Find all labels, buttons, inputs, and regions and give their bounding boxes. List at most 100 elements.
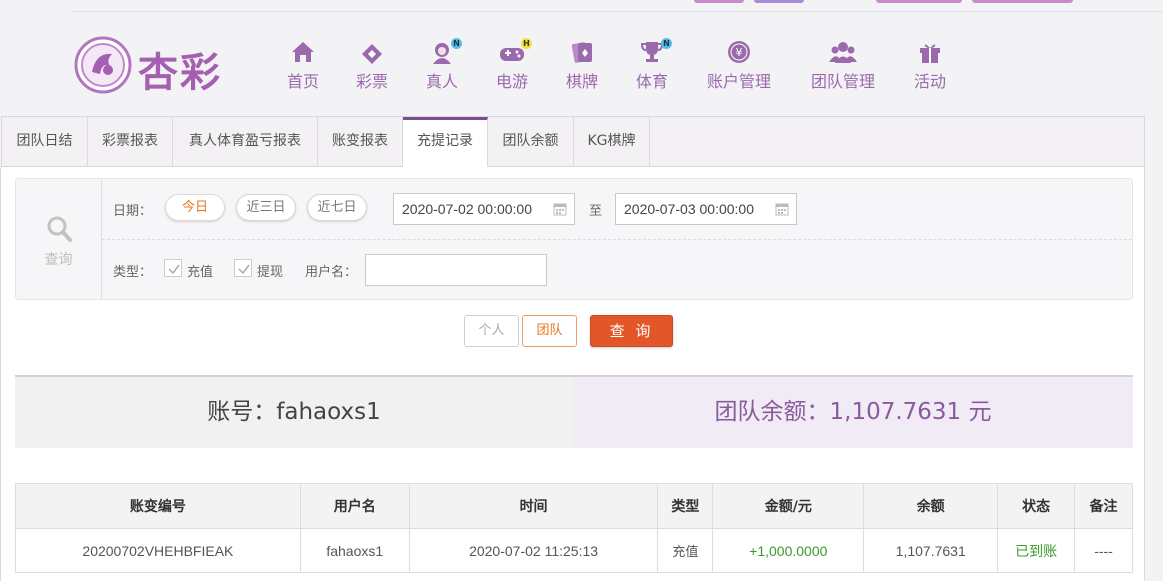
nav-promotions[interactable]: 活动 <box>913 40 947 92</box>
nav-lottery[interactable]: 彩票 <box>355 40 389 92</box>
badge-new: N <box>451 38 462 49</box>
row-divider <box>102 239 1132 240</box>
tab-deposit-withdraw-records[interactable]: 充提记录 <box>403 117 488 167</box>
team-button[interactable]: 团队 <box>522 315 577 347</box>
tab-kg-chess[interactable]: KG棋牌 <box>574 117 650 166</box>
tab-label: 真人体育盈亏报表 <box>189 133 301 149</box>
search-side-label: 查询 <box>44 252 73 268</box>
tab-team-balance[interactable]: 团队余额 <box>488 117 574 166</box>
logo-emblem-icon <box>74 36 132 94</box>
range-7days-button[interactable]: 近七日 <box>307 194 367 221</box>
nav-label: 团队管理 <box>810 72 875 91</box>
nav-label: 活动 <box>913 72 946 91</box>
nav-team[interactable]: 团队管理 <box>810 40 876 92</box>
cell-time: 2020-07-02 11:25:13 <box>408 528 659 573</box>
nav-label: 棋牌 <box>565 72 598 91</box>
tab-account-change-report[interactable]: 账变报表 <box>318 117 403 166</box>
tab-label: 账变报表 <box>332 133 388 149</box>
logo-text: 杏彩 <box>138 49 222 96</box>
start-date-input[interactable]: 2020-07-02 00:00:00 <box>393 193 575 225</box>
column-header: 状态 <box>997 483 1076 529</box>
column-header: 时间 <box>408 483 659 529</box>
team-icon <box>829 40 857 64</box>
top-button-stub[interactable] <box>754 0 804 3</box>
team-balance: 团队余额：1,107.7631 元 <box>573 377 1133 448</box>
cell-remark: ---- <box>1074 528 1133 573</box>
nav-label: 账户管理 <box>706 72 771 91</box>
column-header: 金额/元 <box>712 483 865 529</box>
svg-text:¥: ¥ <box>736 46 743 59</box>
search-form: 查询 日期： 今日 近三日 近七日 2020-07-02 00:00:00 至 … <box>15 178 1133 300</box>
nav-label: 彩票 <box>355 72 388 91</box>
dealer-icon: N <box>428 38 462 64</box>
query-button[interactable]: 查 询 <box>590 315 673 347</box>
type-deposit-checkbox[interactable] <box>164 259 182 277</box>
end-date-value: 2020-07-03 00:00:00 <box>624 201 754 217</box>
column-header: 账变编号 <box>15 483 301 529</box>
home-icon <box>289 40 317 64</box>
account-name: 账号：fahaoxs1 <box>15 377 573 448</box>
cell-record-id: 20200702VHEHBFIEAK <box>15 528 301 573</box>
calendar-icon <box>553 203 567 216</box>
range-today-button[interactable]: 今日 <box>165 194 225 221</box>
cell-balance: 1,107.7631 <box>863 528 999 573</box>
tab-label: KG棋牌 <box>587 133 636 149</box>
report-tabs: 团队日结 彩票报表 真人体育盈亏报表 账变报表 充提记录 团队余额 KG棋牌 <box>1 116 1145 167</box>
column-header: 备注 <box>1074 483 1133 529</box>
search-side-button[interactable]: 查询 <box>16 179 102 299</box>
nav-home[interactable]: 首页 <box>286 40 320 92</box>
nav-sports[interactable]: N 体育 <box>635 38 672 92</box>
start-date-value: 2020-07-02 00:00:00 <box>402 201 532 217</box>
range-3days-button[interactable]: 近三日 <box>236 194 296 221</box>
table-row[interactable]: 20200702VHEHBFIEAK fahaoxs1 2020-07-02 1… <box>15 528 1133 573</box>
ticket-icon <box>358 40 386 64</box>
username-label: 用户名： <box>305 265 358 280</box>
tab-team-daily[interactable]: 团队日结 <box>2 117 88 166</box>
tab-label: 团队日结 <box>16 133 73 149</box>
column-header: 余额 <box>863 483 999 529</box>
top-button-stub[interactable] <box>876 0 962 3</box>
yen-coin-icon: ¥ <box>725 40 753 64</box>
nav-label: 体育 <box>635 72 668 91</box>
nav-label: 真人 <box>425 72 458 91</box>
cell-username: fahaoxs1 <box>299 528 410 573</box>
site-logo[interactable]: 杏彩 <box>72 34 232 96</box>
nav-live[interactable]: N 真人 <box>425 38 462 92</box>
calendar-icon <box>775 203 789 216</box>
type-withdraw-checkbox[interactable] <box>234 259 252 277</box>
check-icon <box>238 264 250 275</box>
to-label: 至 <box>589 204 603 219</box>
tab-label: 彩票报表 <box>102 133 158 149</box>
table-header-row: 账变编号 用户名 时间 类型 金额/元 余额 状态 备注 <box>15 483 1133 529</box>
tab-live-sports-report[interactable]: 真人体育盈亏报表 <box>173 117 318 166</box>
nav-account[interactable]: ¥ 账户管理 <box>706 40 772 92</box>
header-divider <box>72 11 1163 12</box>
top-button-stub[interactable] <box>694 0 744 3</box>
nav-egame[interactable]: H 电游 <box>495 38 532 92</box>
gift-icon <box>916 40 944 64</box>
tab-lottery-report[interactable]: 彩票报表 <box>88 117 173 166</box>
cell-status: 已到账 <box>997 528 1076 573</box>
badge-hot: H <box>521 38 532 49</box>
main-panel: 查询 日期： 今日 近三日 近七日 2020-07-02 00:00:00 至 … <box>0 167 1145 581</box>
cards-icon <box>568 40 596 64</box>
nav-label: 电游 <box>495 72 528 91</box>
cell-type: 充值 <box>657 528 714 573</box>
tab-label: 团队余额 <box>502 133 559 149</box>
check-icon <box>168 264 180 275</box>
type-deposit-label: 充值 <box>187 265 214 280</box>
date-label: 日期： <box>113 204 153 219</box>
top-button-stub[interactable] <box>972 0 1073 3</box>
column-header: 类型 <box>657 483 714 529</box>
summary-bar: 账号：fahaoxs1 团队余额：1,107.7631 元 <box>15 375 1133 448</box>
column-header: 用户名 <box>299 483 410 529</box>
records-table: 账变编号 用户名 时间 类型 金额/元 余额 状态 备注 20200702VHE… <box>15 483 1133 573</box>
end-date-input[interactable]: 2020-07-03 00:00:00 <box>615 193 797 225</box>
cell-amount: +1,000.0000 <box>712 528 865 573</box>
personal-button[interactable]: 个人 <box>464 315 519 347</box>
type-label: 类型： <box>113 265 153 280</box>
nav-chess[interactable]: 棋牌 <box>565 40 599 92</box>
username-input[interactable] <box>365 254 547 286</box>
gamepad-icon: H <box>498 38 532 64</box>
type-withdraw-label: 提现 <box>257 265 284 280</box>
